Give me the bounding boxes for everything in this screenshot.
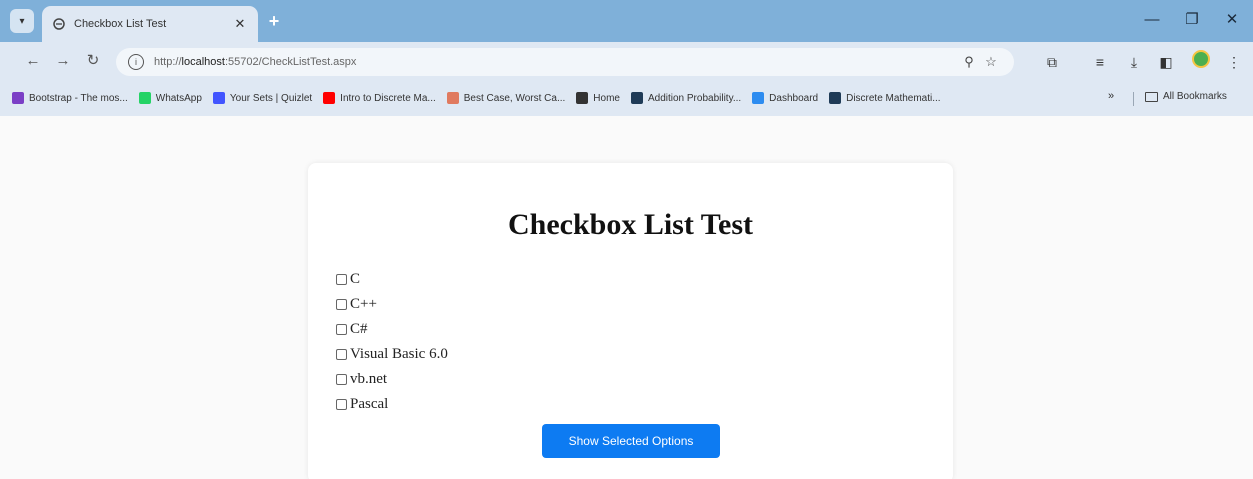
tab-search-button[interactable]: ▾	[10, 9, 34, 33]
downloads-icon[interactable]: ⤓	[1124, 52, 1144, 72]
bookmarks-overflow-icon[interactable]: »	[1108, 90, 1114, 102]
close-window-button[interactable]: ✕	[1220, 10, 1244, 30]
checkbox-label: vb.net	[350, 371, 388, 387]
bookmark-label: Best Case, Worst Ca...	[463, 92, 566, 104]
bookmark-label: Dashboard	[769, 92, 819, 104]
title-bar: ▾ Checkbox List Test ✕ + — ❐ ✕	[0, 0, 1253, 42]
kebab-menu-icon[interactable]: ⋮	[1224, 52, 1244, 72]
checkbox-option[interactable]: C++	[336, 292, 448, 317]
bookmark-label: Home	[593, 92, 620, 104]
minimize-button[interactable]: —	[1140, 10, 1164, 30]
checkbox-label: C	[350, 271, 361, 287]
chevron-down-icon: ▾	[19, 15, 25, 27]
site-info-icon[interactable]: i	[128, 54, 144, 70]
checkbox-option[interactable]: C	[336, 267, 448, 292]
bookmark-label: WhatsApp	[155, 92, 202, 104]
bookmark-item[interactable]: Your Sets | Quizlet	[212, 92, 313, 104]
bookmark-star-icon[interactable]: ☆	[980, 54, 1002, 70]
bookmark-favicon-icon	[752, 92, 765, 104]
browser-toolbar: ← → ↻ i http://localhost:55702/CheckList…	[0, 42, 1253, 80]
checkbox-label: C#	[350, 321, 368, 337]
checkbox[interactable]	[336, 349, 347, 360]
checkbox[interactable]	[336, 274, 347, 285]
checkbox[interactable]	[336, 399, 347, 410]
bookmarks-divider	[1133, 92, 1134, 106]
bookmark-item[interactable]: Intro to Discrete Ma...	[323, 92, 436, 104]
checkbox[interactable]	[336, 299, 347, 310]
form-card: Checkbox List Test C C++ C# Visual Basic 6.…	[308, 163, 953, 479]
bookmark-item[interactable]: Best Case, Worst Ca...	[446, 92, 566, 104]
all-bookmarks-label: All Bookmarks	[1163, 91, 1227, 102]
page-favicon-icon	[52, 17, 66, 31]
media-controls-icon[interactable]: ≡	[1090, 52, 1110, 72]
all-bookmarks-button[interactable]: All Bookmarks	[1145, 91, 1227, 102]
tab-close-icon[interactable]: ✕	[232, 16, 248, 32]
extensions-icon[interactable]: ⧉	[1042, 52, 1062, 72]
checkbox-label: Pascal	[350, 396, 389, 412]
bookmarks-bar: Bootstrap - The mos... WhatsApp Your Sets …	[0, 80, 1253, 116]
checkbox-option[interactable]: Pascal	[336, 392, 448, 417]
zoom-icon[interactable]: ⚲	[958, 54, 980, 70]
show-selected-options-button[interactable]: Show Selected Options	[542, 424, 720, 458]
bookmark-item[interactable]: Home	[576, 92, 620, 104]
bookmark-label: Addition Probability...	[647, 92, 742, 104]
bookmark-favicon-icon	[138, 92, 151, 104]
checkbox-list: C C++ C# Visual Basic 6.0 vb.net Pascal	[336, 267, 448, 417]
checkbox-option[interactable]: C#	[336, 317, 448, 342]
folder-icon	[1145, 91, 1158, 102]
bookmark-item[interactable]: WhatsApp	[138, 92, 202, 104]
bookmark-item[interactable]: Addition Probability...	[630, 92, 742, 104]
bookmark-favicon-icon	[323, 92, 336, 104]
checkbox-option[interactable]: Visual Basic 6.0	[336, 342, 448, 367]
checkbox-label: Visual Basic 6.0	[350, 346, 448, 362]
bookmark-favicon-icon	[12, 92, 24, 104]
bookmark-favicon-icon	[829, 92, 842, 104]
bookmark-favicon-icon	[446, 92, 459, 104]
browser-chrome: ▾ Checkbox List Test ✕ + — ❐ ✕ ← → ↻ i h…	[0, 0, 1253, 116]
browser-tab[interactable]: Checkbox List Test ✕	[42, 6, 258, 42]
bookmark-item[interactable]: Dashboard	[752, 92, 818, 104]
bookmark-label: Bootstrap - The mos...	[29, 92, 128, 104]
back-arrow-icon[interactable]: ←	[22, 50, 44, 72]
checkbox[interactable]	[336, 374, 347, 385]
bookmark-label: Discrete Mathemati...	[846, 92, 941, 104]
address-bar[interactable]: i http://localhost:55702/CheckListTest.a…	[116, 48, 1014, 76]
page-title: Checkbox List Test	[507, 208, 754, 241]
restore-button[interactable]: ❐	[1180, 10, 1204, 30]
bookmark-item[interactable]: Discrete Mathemati...	[829, 92, 941, 104]
bookmark-favicon-icon	[576, 92, 589, 104]
reload-icon[interactable]: ↻	[82, 50, 104, 72]
tab-title: Checkbox List Test	[74, 18, 167, 30]
side-panel-icon[interactable]: ◧	[1156, 52, 1176, 72]
bookmark-favicon-icon	[212, 92, 225, 104]
checkbox-label: C++	[350, 296, 377, 312]
checkbox[interactable]	[336, 324, 347, 335]
bookmark-favicon-icon	[630, 92, 643, 104]
bookmark-label: Intro to Discrete Ma...	[340, 92, 436, 104]
profile-avatar[interactable]	[1192, 50, 1210, 68]
url-text[interactable]: http://localhost:55702/CheckListTest.asp…	[154, 56, 958, 68]
checkbox-option[interactable]: vb.net	[336, 367, 448, 392]
new-tab-button[interactable]: +	[264, 11, 284, 31]
forward-arrow-icon[interactable]: →	[52, 50, 74, 72]
page-viewport: Checkbox List Test C C++ C# Visual Basic 6.…	[0, 116, 1253, 479]
bookmark-item[interactable]: Bootstrap - The mos...	[12, 92, 128, 104]
bookmark-label: Your Sets | Quizlet	[229, 92, 313, 104]
